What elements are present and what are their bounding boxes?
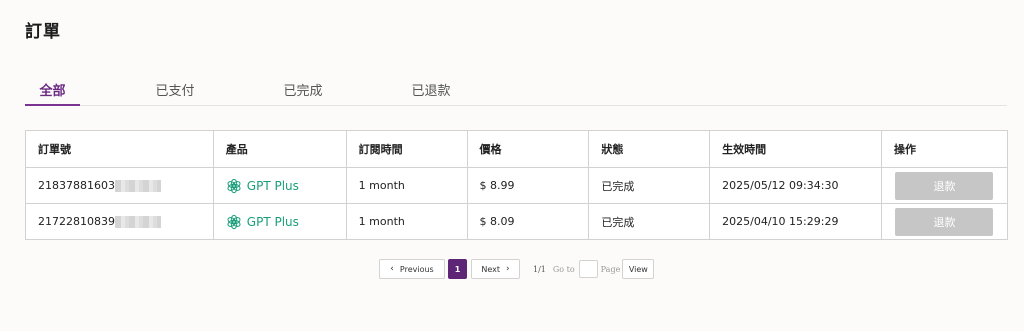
product-link[interactable]: GPT Plus (226, 214, 334, 230)
goto-page-input[interactable] (578, 260, 598, 278)
tab-completed[interactable]: 已完成 (273, 80, 333, 106)
order-id-cell: 21722810839 (25, 203, 214, 240)
product-link[interactable]: GPT Plus (226, 178, 334, 194)
product-cell: GPT Plus (212, 167, 347, 204)
page-title: 訂單 (25, 22, 61, 42)
duration-cell: 1 month (345, 167, 468, 204)
page-label: Page (600, 264, 621, 274)
refund-button[interactable]: 退款 (895, 207, 994, 236)
table-row: 21837881603 GPT Plus 1 month $ 8.99 已完成 … (25, 167, 1009, 204)
openai-logo-icon (227, 178, 241, 193)
next-label: Next (481, 264, 501, 274)
order-id: 21722810839 (38, 215, 115, 228)
page-number-current[interactable]: 1 (448, 259, 467, 279)
tab-paid[interactable]: 已支付 (145, 80, 205, 106)
page-info: 1/1 (533, 264, 546, 274)
duration-cell: 1 month (345, 203, 468, 240)
previous-label: Previous (399, 264, 434, 274)
chevron-right-icon: › (506, 264, 510, 274)
tab-all[interactable]: 全部 (25, 80, 80, 106)
previous-button[interactable]: ‹ Previous (379, 259, 445, 279)
order-tabs: 全部 已支付 已完成 已退款 (25, 80, 1007, 106)
header-action: 操作 (880, 130, 1009, 168)
table-header-row: 訂單號 產品 訂閱時間 價格 狀態 生效時間 操作 (25, 130, 1009, 168)
product-name: GPT Plus (246, 214, 299, 229)
table-row: 21722810839 GPT Plus 1 month $ 8.09 已完成 … (25, 203, 1009, 240)
header-product: 產品 (212, 130, 347, 168)
header-order-id: 訂單號 (25, 130, 214, 168)
openai-logo-icon (227, 214, 241, 229)
action-cell: 退款 (880, 167, 1009, 204)
redacted-blur (114, 216, 161, 228)
price-cell: $ 8.99 (466, 167, 590, 204)
redacted-blur (114, 180, 161, 192)
product-cell: GPT Plus (212, 203, 347, 240)
header-status: 狀態 (588, 130, 711, 168)
status-cell: 已完成 (588, 167, 711, 204)
effective-time-cell: 2025/04/10 15:29:29 (709, 203, 882, 240)
orders-table: 訂單號 產品 訂閱時間 價格 狀態 生效時間 操作 21837881603 GP… (25, 130, 1009, 240)
header-subscription-time: 訂閱時間 (345, 130, 468, 168)
action-cell: 退款 (880, 203, 1009, 240)
header-effective-time: 生效時間 (709, 130, 882, 168)
next-button[interactable]: Next › (471, 259, 520, 279)
goto-label: Go to (552, 264, 575, 274)
status-cell: 已完成 (588, 203, 711, 240)
refund-button[interactable]: 退款 (895, 171, 994, 200)
header-price: 價格 (466, 130, 590, 168)
view-button[interactable]: View (622, 259, 655, 279)
pagination: ‹ Previous 1 Next › 1/1 Go to Page View (379, 259, 655, 279)
order-id-cell: 21837881603 (25, 167, 214, 204)
product-name: GPT Plus (246, 178, 299, 193)
chevron-left-icon: ‹ (390, 264, 394, 274)
order-id: 21837881603 (38, 179, 115, 192)
price-cell: $ 8.09 (466, 203, 590, 240)
tab-refunded[interactable]: 已退款 (401, 80, 461, 106)
effective-time-cell: 2025/05/12 09:34:30 (709, 167, 882, 204)
